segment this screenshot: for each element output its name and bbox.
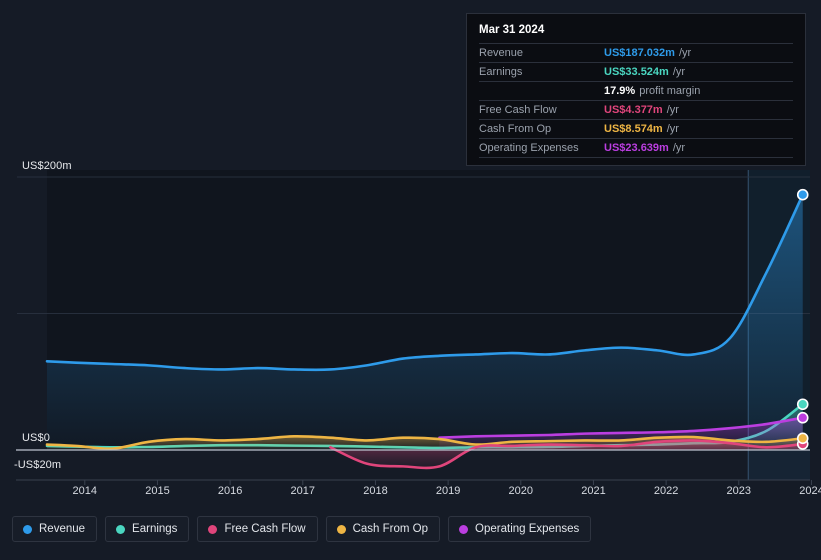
x-axis-label: 2020 [508,485,534,497]
tooltip-row-value: US$4.377m [604,104,663,116]
x-axis-label: 2016 [217,485,243,497]
tooltip-row: Operating Expenses US$23.639m/yr [479,138,793,157]
tooltip-row-unit: /yr [672,66,686,78]
legend-color-dot-icon [459,524,469,534]
legend-item-label: Operating Expenses [475,523,580,535]
tooltip-row-unit: /yr [666,104,679,116]
legend-item-free-cash-flow[interactable]: Free Cash Flow [197,516,318,542]
tooltip-row-unit: /yr [666,123,679,135]
x-axis-label: 2019 [435,485,461,497]
legend-color-dot-icon [116,524,126,534]
legend-item-label: Earnings [132,523,178,535]
legend-item-label: Free Cash Flow [224,523,306,535]
legend-item-operating-expenses[interactable]: Operating Expenses [448,516,592,542]
legend-item-label: Revenue [39,523,86,535]
tooltip-row-value: US$187.032m [604,47,675,59]
x-axis-label: 2018 [363,485,388,497]
data-tooltip: Mar 31 2024 Revenue US$187.032m/yr Earning… [466,13,806,166]
tooltip-row-value: US$8.574m [604,123,663,135]
tooltip-row: Revenue US$187.032m/yr [479,43,793,62]
legend-color-dot-icon [208,524,218,534]
legend-item-label: Cash From Op [352,523,429,535]
tooltip-row-unit: /yr [672,142,686,154]
tooltip-rows: Revenue US$187.032m/yr Earnings US$33.524m /… [479,43,793,157]
tooltip-footer-rule [479,157,793,159]
x-axis-label: 2015 [145,485,170,497]
y-axis-label-bottom: -US$20m [14,459,62,471]
tooltip-row: Free Cash Flow US$4.377m/yr [479,100,793,119]
tooltip-date: Mar 31 2024 [479,24,545,36]
tooltip-row-value: 17.9% [604,85,636,97]
tooltip-row-value: US$33.524m [604,66,669,78]
financial-chart-widget: US$200m US$0 -US$20m 2014 2015 2016 2017 201… [0,0,821,560]
tooltip-row-value: US$23.639m [604,142,669,154]
x-axis-label: 2017 [290,485,316,497]
legend-color-dot-icon [336,524,346,534]
legend-item-cash-from-op[interactable]: Cash From Op [325,516,441,542]
x-axis-label: 2023 [726,485,752,497]
tooltip-row: Cash From Op US$8.574m/yr [479,119,793,138]
endpoint-marker-cash-from-op [796,432,809,445]
endpoint-marker-operating-expenses [796,411,809,424]
tooltip-row-label: Operating Expenses [479,142,579,154]
legend-item-revenue[interactable]: Revenue [12,516,98,542]
chart-legend[interactable]: Revenue Earnings Free Cash Flow Cash From O… [12,516,592,542]
legend-item-earnings[interactable]: Earnings [105,516,190,542]
x-axis-label: 2021 [581,485,606,497]
x-axis-label: 2014 [72,485,98,497]
y-axis-label-zero: US$0 [22,432,50,444]
endpoint-marker-revenue [796,188,809,201]
tooltip-row-unit: /yr [678,47,692,59]
tooltip-row-label: Free Cash Flow [479,104,557,116]
tooltip-row: 17.9% profit margin [479,81,793,100]
tooltip-row-label: Cash From Op [479,123,552,135]
tooltip-row-label: Earnings [479,66,523,78]
legend-color-dot-icon [23,524,32,534]
tooltip-row: Earnings US$33.524m/yr [479,62,793,81]
tooltip-row-unit: profit margin [639,85,701,97]
endpoint-marker-earnings [796,398,809,411]
y-axis-label-top: US$200m [22,160,72,172]
tooltip-row-label: Revenue [479,47,524,59]
x-axis-label: 2024 [799,485,821,497]
x-axis-label: 2022 [653,485,679,497]
